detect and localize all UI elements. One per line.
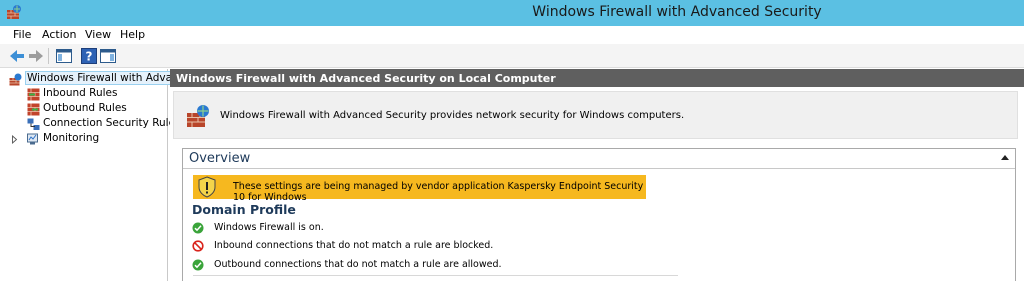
banner-text: These settings are being managed by vend… xyxy=(233,181,644,203)
toolbar-separator xyxy=(48,48,49,64)
show-hide-action-pane-icon[interactable] xyxy=(99,47,117,65)
status-text: Inbound connections that do not match a … xyxy=(214,240,494,251)
tree-item-monitoring[interactable]: Monitoring xyxy=(0,132,168,147)
menu-help[interactable]: Help xyxy=(120,28,145,41)
tree-root-label: Windows Firewall with Advance xyxy=(25,71,193,85)
forward-arrow-icon[interactable] xyxy=(27,47,45,65)
tree-item-root[interactable]: Windows Firewall with Advance xyxy=(0,71,193,87)
green-check-icon xyxy=(192,259,204,271)
monitoring-icon xyxy=(27,133,38,145)
menu-action[interactable]: Action xyxy=(42,28,76,41)
expand-arrow-icon[interactable] xyxy=(10,133,19,146)
connection-security-icon xyxy=(27,118,40,130)
tree-item-connection-security-rules[interactable]: Connection Security Rules xyxy=(0,117,181,132)
pane-header: Windows Firewall with Advanced Security … xyxy=(170,69,1024,87)
warning-shield-icon xyxy=(198,176,216,198)
title-bar: Windows Firewall with Advanced Security xyxy=(0,0,1024,26)
firewall-brick-icon xyxy=(187,105,209,127)
overview-title: Overview xyxy=(189,151,251,166)
status-text: Outbound connections that do not match a… xyxy=(214,259,502,270)
tree-item-outbound-rules[interactable]: Outbound Rules xyxy=(0,102,168,117)
collapse-up-icon[interactable] xyxy=(1001,155,1009,160)
firewall-brick-icon xyxy=(9,73,22,86)
intro-panel: Windows Firewall with Advanced Security … xyxy=(173,91,1018,139)
inbound-rules-icon xyxy=(27,88,40,101)
tree-item-inbound-rules[interactable]: Inbound Rules xyxy=(0,87,168,102)
vendor-managed-banner: These settings are being managed by vend… xyxy=(193,175,646,203)
overview-header[interactable]: Overview xyxy=(183,149,1015,169)
back-arrow-icon[interactable] xyxy=(8,47,26,65)
main-pane: Windows Firewall with Advanced Security … xyxy=(170,69,1024,281)
domain-profile-title: Domain Profile xyxy=(192,202,296,217)
red-block-icon xyxy=(192,240,204,252)
overview-section: Overview These settings are being manage… xyxy=(182,148,1016,281)
show-hide-console-tree-icon[interactable] xyxy=(55,47,73,65)
status-text: Windows Firewall is on. xyxy=(214,222,324,233)
window-title: Windows Firewall with Advanced Security xyxy=(532,4,822,20)
help-icon[interactable]: ? xyxy=(80,47,98,65)
tree-label-inbound-rules: Inbound Rules xyxy=(43,87,118,99)
menu-view[interactable]: View xyxy=(85,28,111,41)
outbound-rules-icon xyxy=(27,103,40,116)
menu-file[interactable]: File xyxy=(13,28,31,41)
toolbar: ? xyxy=(0,44,1024,68)
svg-text:?: ? xyxy=(86,50,93,64)
console-tree: Windows Firewall with Advance Inbound Ru… xyxy=(0,69,193,281)
green-check-icon xyxy=(192,222,204,234)
tree-label-outbound-rules: Outbound Rules xyxy=(43,102,127,114)
tree-label-monitoring: Monitoring xyxy=(43,132,100,144)
menu-bar: File Action View Help xyxy=(0,26,1024,44)
intro-text: Windows Firewall with Advanced Security … xyxy=(220,110,685,121)
tree-label-connection-security-rules: Connection Security Rules xyxy=(43,117,181,129)
divider xyxy=(193,275,678,276)
